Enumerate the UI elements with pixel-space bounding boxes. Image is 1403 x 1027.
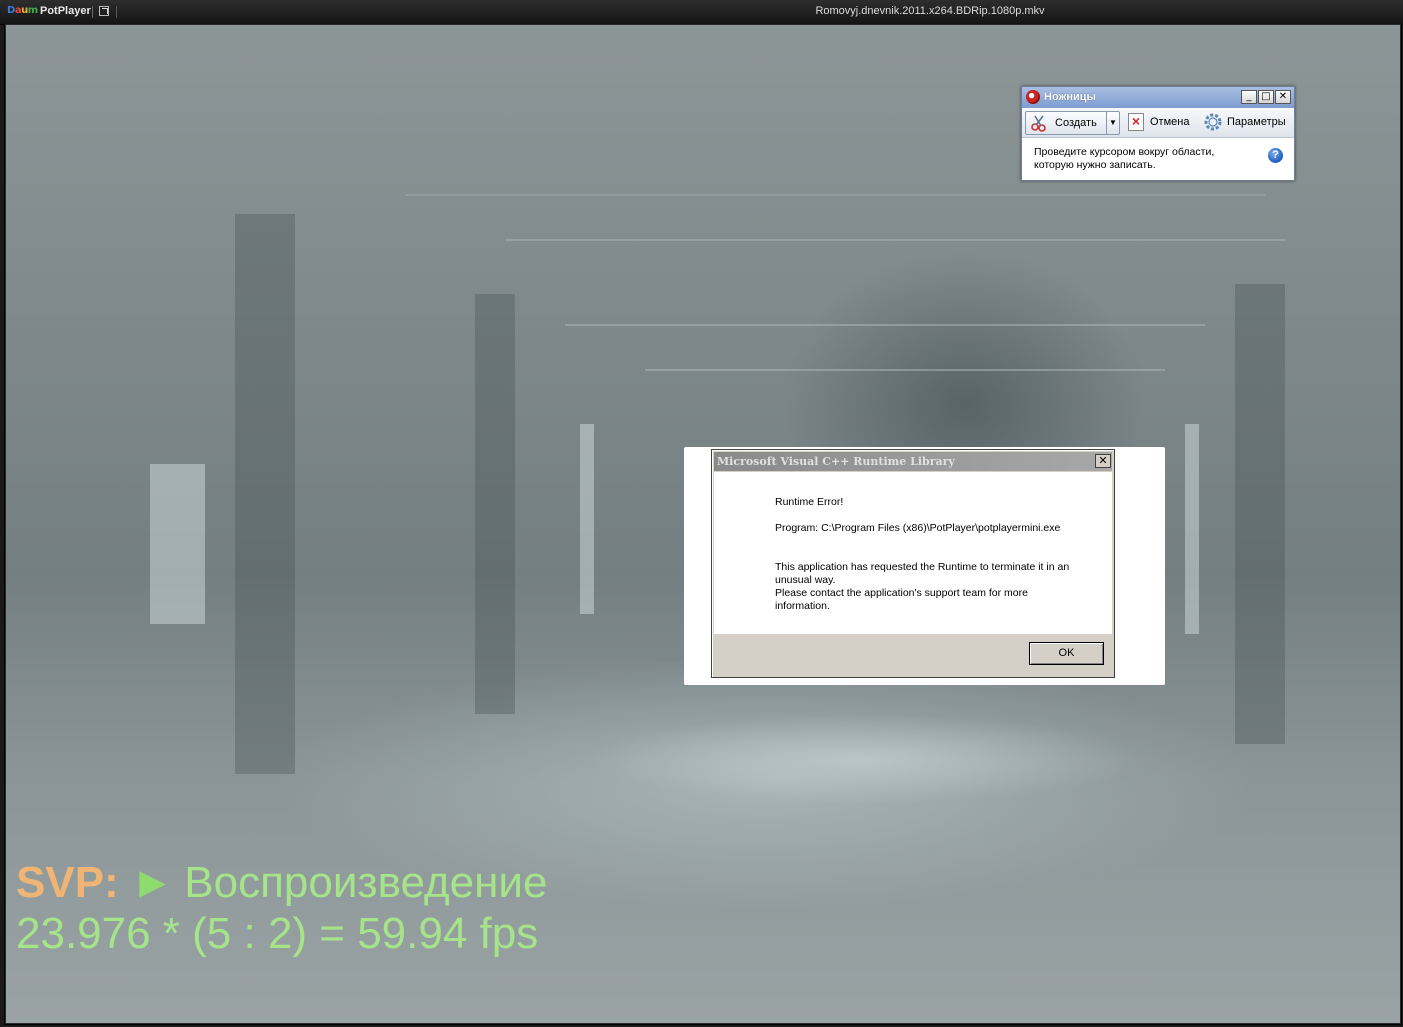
svp-fps-line: 23.976 * (5 : 2) = 59.94 fps (16, 909, 539, 958)
snipping-tool-window[interactable]: Ножницы _ □ ✕ Создать ▼ × Отмена Парамет… (1021, 86, 1295, 181)
svp-status-line: SVP: ► Воспроизведение (16, 857, 547, 909)
window-light (150, 464, 205, 624)
window-light (1185, 424, 1199, 634)
app-name[interactable]: PotPlayer (40, 5, 91, 17)
error-message-line: This application has requested the Runti… (775, 561, 1070, 573)
close-button[interactable]: ✕ (1275, 90, 1291, 104)
snipping-tool-title: Ножницы (1044, 91, 1096, 103)
corridor-pillar (1235, 284, 1285, 744)
gear-icon (1204, 113, 1222, 131)
cancel-button[interactable]: × Отмена (1124, 111, 1194, 133)
cancel-icon: × (1128, 113, 1144, 131)
ceiling-beam (505, 239, 1285, 241)
error-message-line: information. (775, 600, 830, 612)
snipping-tool-icon (1026, 90, 1040, 104)
instruction-line: Проведите курсором вокруг области, (1034, 146, 1215, 158)
create-label: Создать (1055, 117, 1097, 129)
daum-logo: Daum (7, 5, 38, 16)
error-message-line: Please contact the application's support… (775, 587, 1028, 599)
snipping-tool-titlebar[interactable]: Ножницы _ □ ✕ (1022, 87, 1294, 108)
snipping-tool-toolbar: Создать ▼ × Отмена Параметры (1022, 108, 1294, 138)
window-light (580, 424, 594, 614)
snipping-instructions: Проведите курсором вокруг области, котор… (1034, 146, 1264, 172)
create-button[interactable]: Создать (1025, 111, 1108, 135)
corridor-pillar (235, 214, 295, 774)
error-program-path: Program: C:\Program Files (x86)\PotPlaye… (775, 522, 1061, 534)
titlebar-divider (92, 6, 93, 18)
cancel-label: Отмена (1150, 116, 1190, 128)
scissors-icon (1031, 115, 1046, 132)
error-heading: Runtime Error! (775, 496, 844, 508)
options-button[interactable]: Параметры (1200, 111, 1292, 133)
corridor-pillar (475, 294, 515, 714)
dialog-titlebar[interactable]: Microsoft Visual C++ Runtime Library ✕ (714, 452, 1112, 471)
create-dropdown-button[interactable]: ▼ (1106, 111, 1120, 135)
help-icon[interactable]: ? (1268, 148, 1283, 163)
minimize-button[interactable]: _ (1241, 90, 1257, 104)
ceiling-beam (405, 194, 1265, 196)
ceiling-beam (645, 369, 1165, 371)
runtime-error-dialog[interactable]: Microsoft Visual C++ Runtime Library ✕ R… (711, 449, 1115, 678)
maximize-button[interactable]: □ (1258, 90, 1274, 104)
svp-state: Воспроизведение (184, 858, 548, 907)
play-icon: ► (130, 858, 175, 907)
ceiling-beam (565, 324, 1205, 326)
dialog-content: Runtime Error! Program: C:\Program Files… (714, 472, 1112, 634)
player-titlebar[interactable]: Daum PotPlayer Romovyj.dnevnik.2011.x264… (0, 0, 1403, 25)
error-message-line: unusual way. (775, 574, 836, 586)
options-label: Параметры (1227, 116, 1286, 128)
dialog-title: Microsoft Visual C++ Runtime Library (717, 455, 955, 468)
error-message: This application has requested the Runti… (775, 561, 1090, 613)
instruction-line: которую нужно записать. (1034, 159, 1156, 171)
ok-button[interactable]: OK (1029, 642, 1104, 665)
svp-label: SVP: (16, 858, 119, 907)
titlebar-divider (116, 6, 117, 18)
pin-icon[interactable] (99, 6, 109, 16)
dialog-close-button[interactable]: ✕ (1095, 454, 1111, 468)
file-title: Romovyj.dnevnik.2011.x264.BDRip.1080p.mk… (815, 5, 1045, 17)
snipping-tool-body: Проведите курсором вокруг области, котор… (1022, 138, 1294, 180)
floor-reflection (585, 714, 1145, 804)
